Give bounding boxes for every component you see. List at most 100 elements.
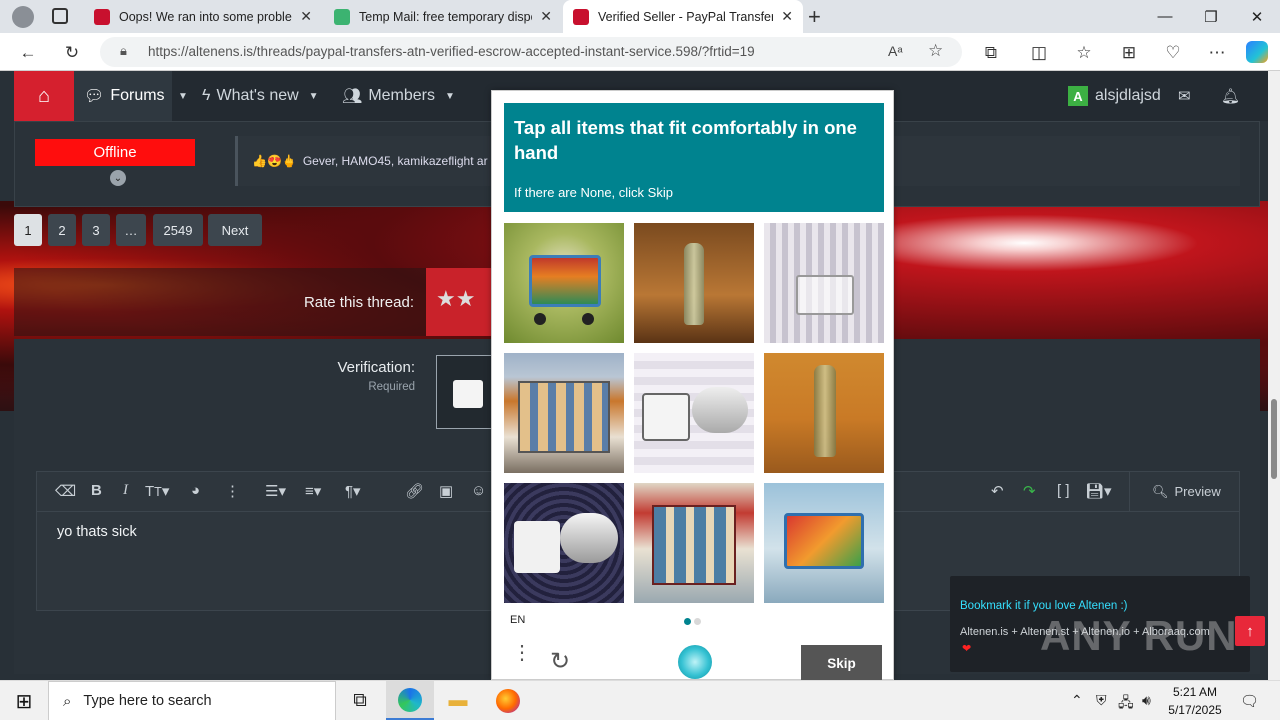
tab-title: Oops! We ran into some problem (119, 9, 293, 24)
palette-icon[interactable]: ◕ (191, 482, 200, 499)
scroll-to-top-button[interactable]: ↑ (1235, 616, 1265, 646)
emoji-icon[interactable]: ☺ (471, 482, 486, 499)
page-button-3[interactable]: 3 (82, 214, 110, 246)
image-icon[interactable]: ▣ (439, 482, 453, 500)
search-placeholder: Type here to search (83, 693, 212, 709)
page-ellipsis-button[interactable]: … (116, 214, 146, 246)
redo-icon[interactable]: ↷ (1023, 482, 1036, 500)
chevron-down-icon[interactable]: ⌄ (110, 170, 126, 186)
captcha-skip-button[interactable]: Skip (801, 645, 882, 681)
drafts-icon[interactable]: 💾︎▾ (1085, 482, 1112, 500)
settings-more-icon[interactable]: ⋯ (1206, 42, 1228, 64)
home-button[interactable]: ⌂ (14, 71, 74, 121)
rating-stars[interactable]: ★★ (426, 268, 496, 336)
page-button-last[interactable]: 2549 (153, 214, 203, 246)
paragraph-icon[interactable]: ¶▾ (345, 482, 361, 500)
italic-icon[interactable]: I (123, 482, 128, 499)
bold-icon[interactable]: B (91, 482, 102, 499)
favorites-icon[interactable]: ☆ (1073, 42, 1095, 64)
captcha-language[interactable]: EN (510, 614, 525, 626)
user-menu[interactable]: A alsjdlajsd (1068, 71, 1161, 121)
favorite-star-icon[interactable]: ☆ (928, 41, 943, 61)
close-window-button[interactable]: ✕ (1234, 0, 1280, 33)
extensions-icon[interactable]: ⧉ (980, 42, 1002, 64)
captcha-tile-2[interactable] (634, 223, 754, 343)
edge-taskbar-icon[interactable] (386, 681, 434, 720)
nav-members[interactable]: 👥︎ Members ▼ (342, 71, 455, 121)
chevron-down-icon: ▼ (445, 90, 455, 102)
task-view-icon[interactable]: ⧉ (336, 681, 384, 720)
close-tab-icon[interactable]: ✕ (300, 8, 312, 25)
tab-oops[interactable]: Oops! We ran into some problem ✕ (84, 0, 322, 33)
captcha-refresh-icon[interactable]: ↻ (550, 647, 570, 676)
captcha-tile-7[interactable] (504, 483, 624, 603)
nav-forums[interactable]: 💬︎ Forums (74, 71, 172, 121)
restore-button[interactable]: ❐ (1188, 0, 1234, 33)
split-screen-icon[interactable]: ◫ (1028, 42, 1050, 64)
read-aloud-icon[interactable]: Aᵃ (888, 43, 903, 59)
firefox-icon[interactable] (484, 681, 532, 720)
nav-forums-label: Forums (110, 87, 165, 104)
collections-icon[interactable]: ⊞ (1118, 42, 1140, 64)
star-icon[interactable]: ★★ (436, 286, 475, 312)
captcha-menu-icon[interactable]: ⋮ (512, 643, 532, 663)
taskbar-search[interactable]: ⌕ Type here to search (48, 681, 336, 720)
file-explorer-icon[interactable]: ▬ (434, 681, 482, 720)
volume-icon[interactable]: 🔊︎ (1142, 692, 1151, 709)
url-text[interactable]: https://altenens.is/threads/paypal-trans… (148, 44, 755, 59)
captcha-tile-6[interactable] (764, 353, 884, 473)
page-scrollbar[interactable] (1268, 71, 1280, 680)
inbox-icon[interactable]: ✉ (1178, 71, 1191, 121)
link-icon[interactable]: 🔗︎ (405, 482, 424, 500)
anyrun-watermark: ANY RUN (1040, 612, 1238, 659)
undo-icon[interactable]: ↶ (991, 482, 1004, 500)
captcha-tile-1[interactable] (504, 223, 624, 343)
captcha-tile-4[interactable] (504, 353, 624, 473)
toast-title: Bookmark it if you love Altenen :) (960, 600, 1128, 612)
taskbar-clock[interactable]: 5:21 AM 5/17/2025 (1155, 683, 1235, 719)
align-icon[interactable]: ≡▾ (305, 482, 321, 500)
start-button[interactable]: ⊞ (0, 681, 48, 720)
captcha-tile-9[interactable] (764, 483, 884, 603)
address-bar[interactable]: 🔒︎ https://altenens.is/threads/paypal-tr… (100, 37, 962, 67)
page-button-1[interactable]: 1 (14, 214, 42, 246)
captcha-tile-8[interactable] (634, 483, 754, 603)
network-icon[interactable]: 🖧︎ (1118, 692, 1134, 716)
captcha-tile-5[interactable] (634, 353, 754, 473)
captcha-checkbox[interactable] (453, 380, 483, 408)
close-tab-icon[interactable]: ✕ (781, 8, 793, 25)
rate-label: Rate this thread: (303, 293, 414, 311)
show-hidden-icons[interactable]: ⌃ (1071, 692, 1083, 709)
browser-essentials-icon[interactable]: ♡ (1162, 42, 1184, 64)
captcha-tile-3[interactable] (764, 223, 884, 343)
edge-logo-icon (398, 687, 422, 712)
more-options-icon[interactable]: ⋮ (225, 482, 240, 500)
status-badge: Offline (35, 139, 195, 166)
back-icon[interactable]: ← (17, 42, 39, 64)
alerts-bell-icon[interactable]: 🔔︎ (1221, 71, 1240, 121)
tab-actions-icon[interactable] (52, 8, 68, 24)
nav-forums-dropdown[interactable]: ▼ (172, 71, 194, 121)
scrollbar-thumb[interactable] (1271, 399, 1277, 479)
captcha-checkbox-frame[interactable] (436, 355, 496, 429)
security-tray-icon[interactable]: ⛨ (1096, 692, 1107, 709)
bbcode-toggle-icon[interactable]: [ ] (1057, 482, 1070, 499)
close-tab-icon[interactable]: ✕ (540, 8, 552, 25)
eraser-icon[interactable]: ⌫ (55, 482, 76, 500)
tab-temp-mail[interactable]: Temp Mail: free temporary dispo ✕ (324, 0, 562, 33)
next-page-button[interactable]: Next (208, 214, 262, 246)
minimize-button[interactable]: — (1142, 0, 1188, 33)
text-size-icon[interactable]: TT▾ (145, 482, 169, 500)
nav-whats-new[interactable]: ϟ What's new ▼ (202, 71, 319, 121)
editor-text[interactable]: yo thats sick (57, 524, 137, 540)
page-button-2[interactable]: 2 (48, 214, 76, 246)
notifications-icon[interactable]: 🗨︎ (1240, 692, 1259, 710)
preview-button[interactable]: 🔍︎ Preview (1129, 472, 1221, 512)
copilot-icon[interactable] (1246, 41, 1268, 63)
list-icon[interactable]: ☰▾ (265, 482, 286, 500)
tab-verified-seller[interactable]: Verified Seller - PayPal Transfers - ✕ (563, 0, 803, 33)
refresh-icon[interactable]: ↻ (61, 42, 83, 64)
profile-icon[interactable] (12, 6, 34, 28)
new-tab-button[interactable]: + (808, 4, 821, 30)
reactions-text: Gever, HAMO45, kamikazeflight ar (302, 154, 488, 168)
